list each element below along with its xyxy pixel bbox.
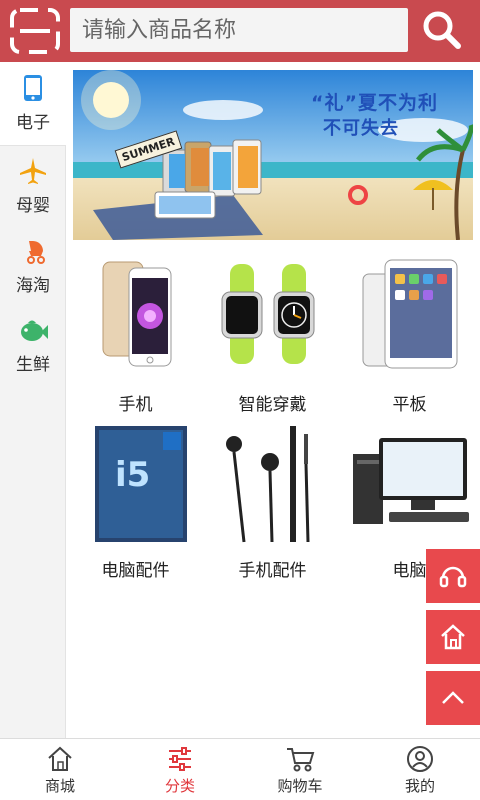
banner-headline: “礼”夏不为利: [311, 92, 438, 114]
banner-subline: 不可失去: [323, 118, 399, 139]
sliders-icon: [169, 747, 191, 771]
smartwatch-image: [221, 264, 315, 364]
phone-icon: [24, 75, 42, 101]
home-icon: [48, 746, 72, 771]
back-to-top-button[interactable]: [426, 671, 480, 725]
cpu-box-image: i5: [95, 426, 187, 542]
desktop-pc-image: [353, 438, 469, 524]
customer-service-button[interactable]: [426, 549, 480, 603]
nav-label: 分类: [164, 777, 195, 795]
nav-label: 购物车: [277, 777, 323, 795]
sidebar-item-electronics[interactable]: 电子: [0, 62, 66, 146]
cart-icon: [287, 748, 315, 772]
tablet-image: [362, 259, 458, 369]
sidebar-item-label: 生鲜: [16, 354, 50, 375]
svg-text:i5: i5: [115, 455, 150, 495]
category-label: 电脑配件: [101, 561, 170, 581]
category-item-pc-accessories[interactable]: i5 电脑配件: [67, 424, 204, 584]
sidebar-item-label: 母婴: [16, 195, 50, 216]
sidebar-item-overseas[interactable]: 海淘: [0, 226, 66, 306]
search-button[interactable]: [416, 6, 468, 54]
sidebar-item-label: 电子: [16, 113, 50, 133]
scan-icon: [10, 8, 60, 54]
category-item-wearable[interactable]: 智能穿戴: [204, 258, 341, 418]
nav-label: 我的: [404, 777, 435, 795]
nav-label: 商城: [44, 777, 75, 795]
nav-item-category[interactable]: 分类: [120, 739, 240, 800]
bottom-nav: 商城 分类 购物车 我的: [0, 738, 480, 800]
home-icon: [441, 624, 465, 650]
phone-product-image: [102, 261, 172, 367]
search-box: [70, 8, 408, 52]
category-label: 手机配件: [238, 561, 307, 581]
search-icon: [423, 11, 461, 49]
nav-item-mall[interactable]: 商城: [0, 739, 120, 800]
sidebar-item-label: 海淘: [16, 275, 50, 296]
headset-icon: [439, 566, 467, 588]
category-label: 手机: [118, 395, 153, 415]
category-item-phone-accessories[interactable]: 手机配件: [204, 424, 341, 584]
category-label: 智能穿戴: [238, 395, 307, 415]
nav-item-mine[interactable]: 我的: [360, 739, 480, 800]
chevron-up-icon: [442, 691, 464, 704]
earphones-image: [226, 426, 310, 543]
airplane-icon: [20, 157, 46, 184]
home-shortcut-button[interactable]: [426, 610, 480, 664]
stroller-icon: [25, 240, 45, 264]
promo-banner[interactable]: “礼”夏不为利 不可失去 SUMMER: [73, 70, 473, 240]
sidebar-item-fresh[interactable]: 生鲜: [0, 306, 66, 386]
nav-item-cart[interactable]: 购物车: [240, 739, 360, 800]
category-label: 平板: [392, 395, 427, 415]
user-icon: [407, 746, 433, 772]
category-sidebar: 电子 母婴 海淘 生鲜: [0, 62, 66, 738]
scan-button[interactable]: [10, 8, 60, 54]
sidebar-item-baby[interactable]: 母婴: [0, 146, 66, 226]
search-input[interactable]: [70, 8, 408, 52]
app: 电子 母婴 海淘 生鲜: [0, 0, 480, 800]
category-item-tablet[interactable]: 平板: [341, 258, 478, 418]
category-item-phone[interactable]: 手机: [67, 258, 204, 418]
top-bar: [0, 0, 480, 62]
fish-icon: [21, 320, 48, 341]
